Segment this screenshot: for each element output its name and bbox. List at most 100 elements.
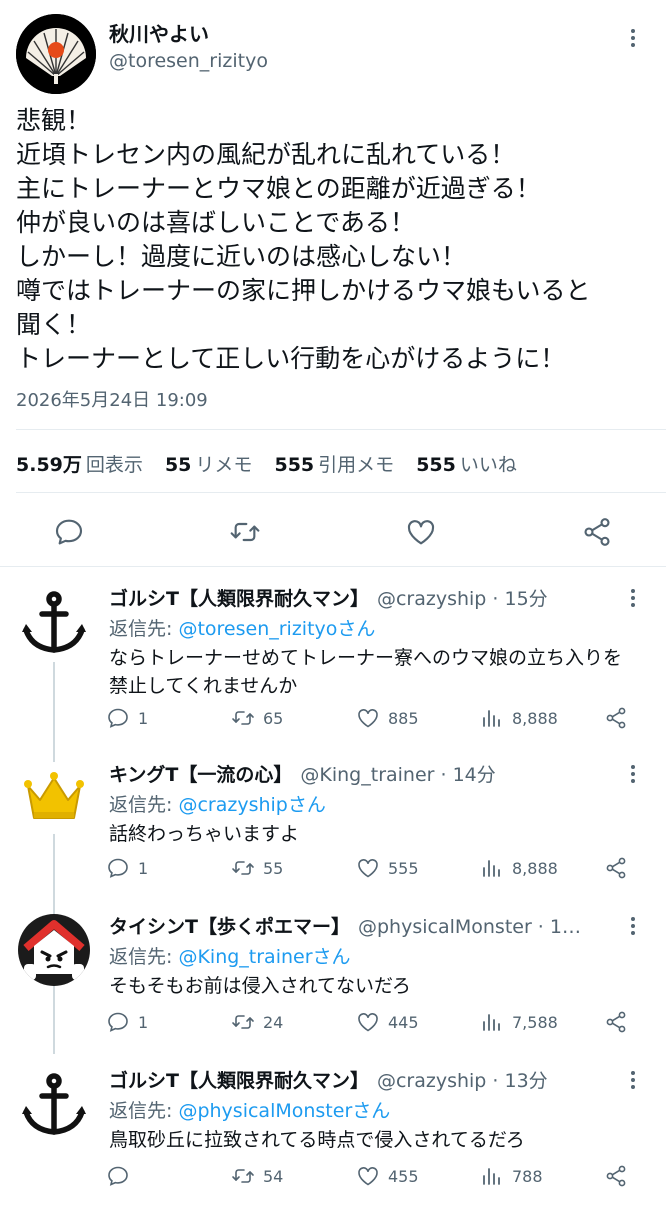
replying-to-prefix: 返信先: — [109, 794, 179, 816]
replying-to-link[interactable]: @toresen_rizityoさん — [178, 618, 375, 640]
like-button[interactable]: 455 — [356, 1162, 419, 1190]
divider — [16, 492, 666, 493]
like-button[interactable]: 555 — [356, 854, 419, 882]
house-face-icon — [18, 914, 90, 986]
share-button[interactable] — [604, 854, 636, 882]
avatar[interactable] — [18, 1068, 90, 1140]
replying-to: 返信先: @toresen_rizityoさん — [109, 614, 375, 641]
more-options-icon[interactable] — [621, 586, 645, 610]
avatar[interactable] — [16, 14, 96, 94]
anchor-icon — [18, 586, 90, 658]
like-button[interactable]: 885 — [356, 704, 419, 732]
reply-author-handle[interactable]: @crazyship · 15分 — [377, 588, 548, 610]
quotes-label: 引用メモ — [318, 454, 395, 476]
replying-to-link[interactable]: @physicalMonsterさん — [178, 1100, 390, 1122]
reply-text: 鳥取砂丘に拉致されてる時点で侵入されてるだろ — [109, 1129, 525, 1151]
reply-author-name[interactable]: ゴルシT【人類限界耐久マン】 — [109, 588, 369, 610]
retweet-icon — [232, 1015, 254, 1029]
view-count: 788 — [512, 1166, 543, 1186]
reply-action-bar: 1 65 885 8,888 — [106, 704, 636, 734]
reply-author-name[interactable]: タイシンT【歩くポエマー】 — [109, 916, 350, 938]
retweets-stat[interactable]: 55 リメモ — [165, 450, 252, 477]
reply-button[interactable]: 1 — [106, 854, 148, 882]
share-button[interactable] — [604, 1008, 636, 1036]
retweets-count: 55 — [164, 454, 192, 476]
reply-icon[interactable] — [53, 516, 85, 548]
share-button[interactable] — [604, 1162, 636, 1190]
like-icon — [358, 709, 378, 728]
reply-author-handle[interactable]: @crazyship · 13分 — [377, 1070, 548, 1092]
views-button[interactable]: 7,588 — [480, 1008, 558, 1036]
retweet-icon[interactable] — [229, 516, 261, 548]
share-button[interactable] — [604, 704, 636, 732]
like-icon[interactable] — [405, 516, 437, 548]
reply-text: そもそもお前は侵入されてないだろ — [109, 975, 411, 997]
reply-button[interactable] — [106, 1162, 138, 1190]
views-count: 5.59万 — [16, 454, 82, 476]
reply-tweet[interactable]: ゴルシT【人類限界耐久マン】 @crazyship · 15分 返信先: @tor… — [0, 576, 666, 729]
replying-to-prefix: 返信先: — [109, 946, 179, 968]
reply-icon — [108, 1166, 128, 1186]
retweet-button[interactable]: 55 — [231, 854, 283, 882]
views-button[interactable]: 8,888 — [480, 854, 558, 882]
retweet-count: 55 — [263, 858, 284, 878]
reply-icon — [108, 858, 128, 878]
quotes-count: 555 — [274, 454, 315, 476]
share-icon — [606, 857, 626, 879]
replying-to-link[interactable]: @King_trainerさん — [178, 946, 350, 968]
reply-author-handle[interactable]: @physicalMonster · 1… — [358, 916, 581, 938]
tweet-stats: 5.59万 回表示 55 リメモ 555 引用メモ 555 いいね — [16, 450, 533, 477]
reply-text: ならトレーナーせめてトレーナー寮へのウマ娘の立ち入りを禁止してくれませんか — [109, 647, 623, 697]
reply-author-name[interactable]: ゴルシT【人類限界耐久マン】 — [109, 1070, 369, 1092]
retweet-icon — [232, 1169, 254, 1183]
reply-author-handle[interactable]: @King_trainer · 14分 — [300, 764, 495, 786]
replying-to-link[interactable]: @crazyshipさん — [178, 794, 325, 816]
more-options-icon[interactable] — [621, 762, 645, 786]
anchor-icon — [18, 1068, 90, 1140]
tweet-body-line: 近頃トレセン内の風紀が乱れに乱れている！ — [16, 140, 516, 169]
views-button[interactable]: 8,888 — [480, 704, 558, 732]
more-options-icon[interactable] — [621, 914, 645, 938]
reply-tweet[interactable]: タイシンT【歩くポエマー】 @physicalMonster · 1… 返信先: … — [0, 904, 666, 1056]
reply-author-name[interactable]: キングT【一流の心】 — [109, 764, 292, 786]
tweet-timestamp[interactable]: 2026年5月24日 19:09 — [16, 386, 208, 412]
reply-tweet[interactable]: ゴルシT【人類限界耐久マン】 @crazyship · 13分 返信先: @phy… — [0, 1058, 666, 1210]
tweet-body-line: トレーナーとして正しい行動を心がけるように！ — [16, 344, 566, 373]
retweet-icon — [232, 711, 254, 725]
views-icon — [483, 710, 500, 727]
reply-button[interactable]: 1 — [106, 704, 148, 732]
retweet-button[interactable]: 65 — [231, 704, 283, 732]
view-count: 7,588 — [512, 1012, 558, 1032]
reply-header: ゴルシT【人類限界耐久マン】 @crazyship · 13分 — [109, 1066, 614, 1093]
reply-header: ゴルシT【人類限界耐久マン】 @crazyship · 15分 — [109, 584, 614, 611]
retweets-label: リメモ — [195, 454, 253, 476]
author-name[interactable]: 秋川やよい — [109, 18, 209, 47]
avatar[interactable] — [18, 914, 90, 986]
replying-to-prefix: 返信先: — [109, 618, 179, 640]
like-button[interactable]: 445 — [356, 1008, 419, 1036]
more-options-icon[interactable] — [621, 26, 645, 50]
retweet-count: 65 — [263, 708, 284, 728]
views-button[interactable]: 788 — [480, 1162, 543, 1190]
likes-count: 555 — [416, 454, 456, 476]
like-count: 445 — [388, 1012, 419, 1032]
avatar[interactable] — [18, 762, 90, 834]
retweet-button[interactable]: 54 — [231, 1162, 283, 1190]
author-handle[interactable]: @toresen_rizityo — [109, 50, 268, 72]
views-stat[interactable]: 5.59万 回表示 — [16, 450, 143, 477]
views-icon — [483, 1168, 500, 1185]
reply-button[interactable]: 1 — [106, 1008, 148, 1036]
replying-to: 返信先: @physicalMonsterさん — [109, 1096, 390, 1123]
tweet-body-line: 噂ではトレーナーの家に押しかけるウマ娘もいると — [16, 276, 591, 305]
share-icon — [606, 707, 626, 729]
retweet-button[interactable]: 24 — [231, 1008, 283, 1036]
views-icon — [483, 1014, 500, 1031]
like-icon — [358, 1013, 378, 1032]
likes-stat[interactable]: 555 いいね — [416, 450, 517, 477]
share-icon[interactable] — [581, 516, 613, 548]
quotes-stat[interactable]: 555 引用メモ — [274, 450, 394, 477]
replying-to: 返信先: @King_trainerさん — [109, 942, 351, 969]
reply-tweet[interactable]: キングT【一流の心】 @King_trainer · 14分 返信先: @craz… — [0, 752, 666, 904]
avatar[interactable] — [18, 586, 90, 658]
more-options-icon[interactable] — [621, 1068, 645, 1092]
